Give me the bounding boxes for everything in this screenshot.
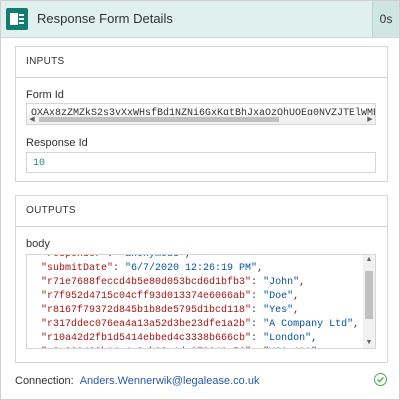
json-key: "r3e629423b14a4e2cb83e1da279040c56" — [41, 347, 251, 348]
json-value: "Doe" — [263, 291, 294, 302]
outputs-section: OUTPUTS body "responder": "anonymous", "s… — [15, 195, 388, 363]
json-line: "r71e7688feccd4b5e80d053bcd6d1bfb3": "Jo… — [41, 277, 306, 288]
check-circle-icon — [374, 373, 387, 386]
scroll-up-arrow-icon[interactable]: ▲ — [363, 255, 375, 265]
json-line: "responder": "anonymous", — [41, 254, 359, 262]
json-value: "WC1 1AA" — [263, 347, 317, 348]
duration-badge: 0s — [372, 1, 399, 37]
json-value: "A Company Ltd" — [263, 319, 354, 330]
json-key: "r7f952d4715c04cff93d013374e6066ab" — [41, 291, 252, 302]
json-line: "r3e629423b14a4e2cb83e1da279040c56": "WC… — [41, 346, 359, 348]
json-line: "r10a42d2fb1d5414ebbed4c3338b666cb": "Lo… — [41, 333, 318, 344]
action-details-panel: Response Form Details 0s INPUTS Form Id … — [0, 0, 400, 400]
response-id-field[interactable]: 10 — [26, 152, 376, 173]
outputs-section-title: OUTPUTS — [16, 196, 387, 227]
json-line: "r317ddec076ea4a13a52d3be23dfe1a2b": "A … — [41, 319, 360, 330]
scroll-left-arrow-icon[interactable]: ◀ — [27, 115, 37, 124]
response-id-label: Response Id — [26, 137, 88, 149]
action-title: Response Form Details — [37, 11, 173, 26]
scrollbar-thumb[interactable] — [365, 271, 373, 319]
json-lines: "responder": "anonymous", "submitDate": "… — [41, 254, 360, 348]
response-id-value: 10 — [33, 158, 46, 169]
body-label: body — [26, 238, 50, 250]
scroll-right-arrow-icon[interactable]: ▶ — [365, 115, 375, 124]
inputs-section: INPUTS Form Id QXAx8zZMZkS2s3vXxWHsfBd1N… — [15, 46, 388, 182]
form-id-horizontal-scrollbar[interactable]: ◀ ▶ — [27, 115, 375, 124]
body-json-viewer[interactable]: "responder": "anonymous", "submitDate": "… — [26, 254, 376, 349]
json-value: "anonymous" — [119, 254, 186, 260]
json-key: "r10a42d2fb1d5414ebbed4c3338b666cb" — [41, 333, 252, 344]
form-id-field[interactable]: QXAx8zZMZkS2s3vXxWHsfBd1NZNi6GxKgtBhJxaO… — [26, 103, 376, 125]
body-vertical-scrollbar[interactable]: ▲ ▼ — [363, 255, 375, 348]
connection-account-link[interactable]: Anders.Wennerwik@legalease.co.uk — [80, 375, 260, 387]
json-line: "submitDate": "6/7/2020 12:26:19 PM", — [41, 263, 264, 274]
json-value: "Yes" — [263, 305, 294, 316]
scroll-down-arrow-icon[interactable]: ▼ — [363, 338, 375, 348]
inputs-section-title: INPUTS — [16, 47, 387, 78]
json-line: "r8167f79372d845b1b8de5795d1bcd118": "Ye… — [41, 305, 300, 316]
json-key: "r317ddec076ea4a13a52d3be23dfe1a2b" — [41, 319, 252, 330]
json-value: "London" — [263, 333, 312, 344]
forms-icon — [6, 8, 28, 30]
json-key: "r8167f79372d845b1b8de5795d1bcd118" — [41, 305, 252, 316]
json-value: "6/7/2020 12:26:19 PM" — [125, 263, 258, 274]
action-header[interactable]: Response Form Details 0s — [1, 1, 399, 38]
json-key: "responder" — [41, 254, 108, 260]
json-key: "submitDate" — [41, 263, 114, 274]
scrollbar-thumb[interactable] — [39, 117, 279, 122]
json-key: "r71e7688feccd4b5e80d053bcd6d1bfb3" — [41, 277, 252, 288]
json-line: "r7f952d4715c04cff93d013374e6066ab": "Do… — [41, 291, 300, 302]
connection-info: Connection: Anders.Wennerwik@legalease.co… — [15, 375, 259, 387]
json-value: "John" — [263, 277, 300, 288]
form-id-label: Form Id — [26, 89, 64, 101]
connection-label: Connection: — [15, 375, 74, 387]
